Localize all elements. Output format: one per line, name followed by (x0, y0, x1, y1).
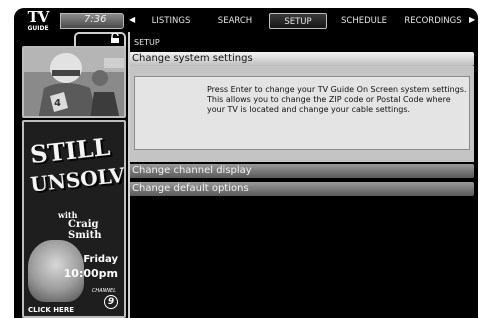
clock: 7:36 (84, 14, 107, 25)
menu-item-change-default-options[interactable]: Change default options (130, 182, 474, 196)
ad-title-line1: STILL (28, 131, 112, 170)
ad-channel-label: CHANNEL (91, 288, 116, 294)
click-here-link[interactable]: CLICK HERE (28, 306, 74, 314)
promo-advertisement[interactable]: STILL UNSOLVED with Craig Smith Friday 1… (22, 120, 126, 318)
promo-video-thumbnail[interactable]: 4 (22, 46, 126, 118)
svg-text:4: 4 (54, 98, 61, 109)
tab-setup[interactable]: SETUP (269, 13, 327, 29)
tab-search[interactable]: SEARCH (208, 13, 262, 29)
logo-tv-text: TV (27, 8, 50, 26)
logo-guide-text: GUIDE (27, 25, 49, 32)
setup-panel: SETUP Change system settings Press Enter… (128, 32, 474, 318)
description-box: Press Enter to change your TV Guide On S… (134, 76, 470, 150)
channel-number-badge: 9 (104, 295, 118, 309)
tab-listings[interactable]: LISTINGS (142, 13, 200, 29)
section-title: SETUP (134, 38, 160, 47)
ad-day: Friday (83, 254, 118, 265)
menu-item-change-channel-display[interactable]: Change channel display (130, 164, 474, 178)
tv-guide-logo: TV GUIDE (20, 10, 56, 36)
football-player-image: 4 (24, 48, 124, 116)
tab-schedule[interactable]: SCHEDULE (334, 13, 394, 29)
tab-recordings[interactable]: RECORDINGS (398, 13, 468, 29)
ad-time: 10:00pm (63, 267, 118, 280)
description-text: Press Enter to change your TV Guide On S… (207, 85, 467, 114)
left-arrow-icon[interactable]: ◀ (129, 15, 135, 24)
ad-host-name: Craig Smith (68, 219, 102, 241)
right-arrow-icon[interactable]: ▶ (469, 15, 475, 24)
menu-item-change-system-settings[interactable]: Change system settings (130, 52, 474, 66)
tv-guide-screen: TV GUIDE 7:36 ◀ LISTINGS SEARCH SETUP SC… (14, 8, 478, 318)
description-panel: Press Enter to change your TV Guide On S… (130, 66, 474, 162)
lock-icon (110, 32, 120, 46)
